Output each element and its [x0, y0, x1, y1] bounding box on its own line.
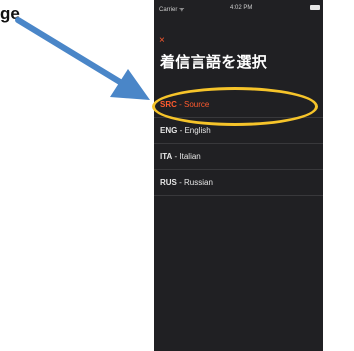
language-code: SRC: [160, 100, 177, 109]
page-title: 着信言語を選択: [160, 53, 268, 71]
annotation-arrow: [15, 17, 150, 100]
status-bar: Carrier ᯤ 4:02 PM: [154, 0, 323, 18]
language-name: English: [184, 126, 211, 135]
language-name: Italian: [179, 152, 201, 161]
battery-icon: [310, 5, 320, 10]
language-list: SRC - Source ENG - English ITA - Italian…: [154, 92, 323, 196]
language-item-eng[interactable]: ENG - English: [154, 118, 323, 144]
language-code: ENG: [160, 126, 178, 135]
language-item-rus[interactable]: RUS - Russian: [154, 170, 323, 196]
language-item-ita[interactable]: ITA - Italian: [154, 144, 323, 170]
language-code: RUS: [160, 178, 177, 187]
phone-screen: Carrier ᯤ 4:02 PM × 着信言語を選択 SRC - Source…: [154, 0, 323, 351]
language-separator: -: [176, 100, 184, 109]
close-icon[interactable]: ×: [159, 36, 165, 46]
language-name: Russian: [184, 178, 213, 187]
status-time: 4:02 PM: [230, 5, 253, 11]
language-code: ITA: [160, 152, 173, 161]
carrier-label: Carrier ᯤ: [159, 7, 185, 13]
language-separator: -: [176, 178, 184, 187]
language-name: Source: [184, 100, 210, 109]
language-item-src[interactable]: SRC - Source: [154, 92, 323, 118]
